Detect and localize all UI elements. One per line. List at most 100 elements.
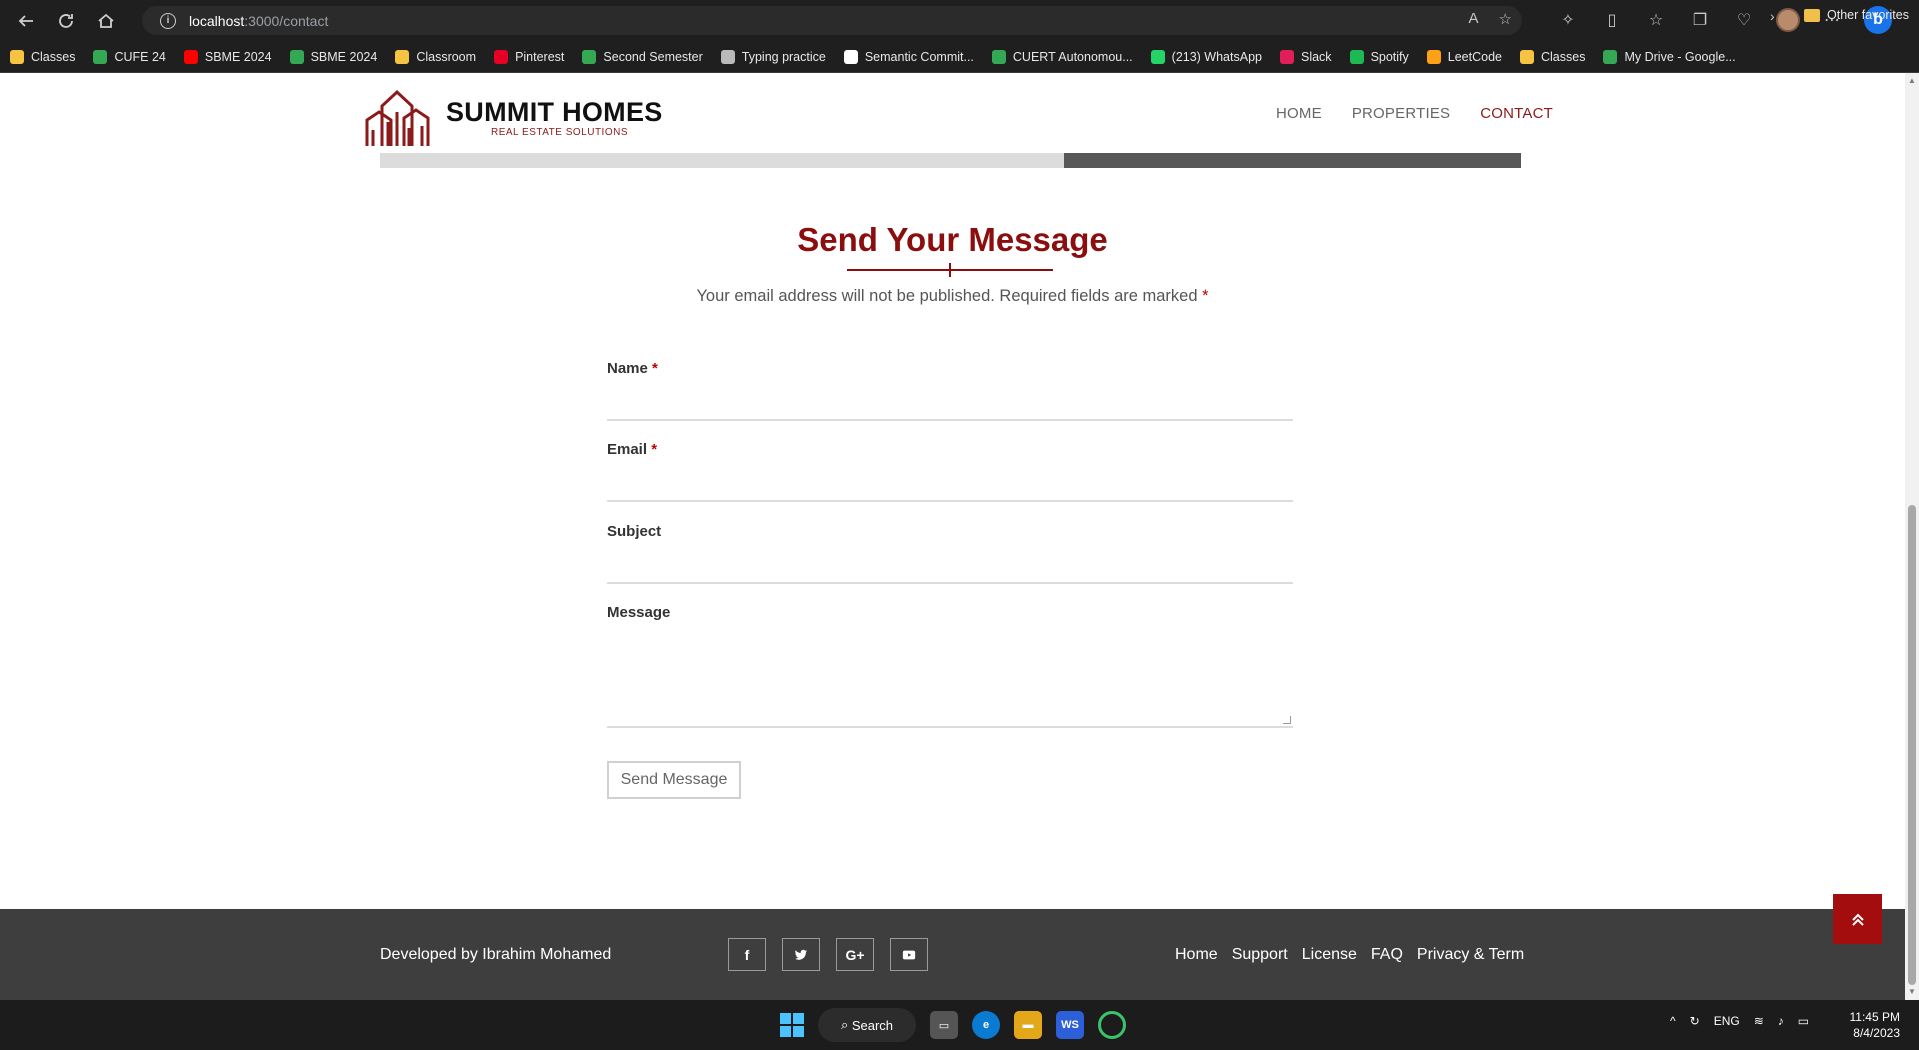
volume-icon[interactable]: ♪	[1778, 1014, 1784, 1028]
file-explorer-icon[interactable]: ▬	[1014, 1011, 1042, 1039]
bookmark-item[interactable]: My Drive - Google...	[1603, 49, 1736, 64]
webstorm-icon[interactable]: WS	[1056, 1011, 1084, 1039]
taskbar-clock[interactable]: 11:45 PM 8/4/2023	[1840, 1009, 1900, 1041]
bookmark-favicon-icon	[1520, 49, 1534, 64]
site-logo[interactable]: SUMMIT HOMES REAL ESTATE SOLUTIONS	[364, 88, 663, 148]
message-textarea[interactable]	[607, 628, 1293, 728]
bookmark-favicon-icon	[991, 49, 1006, 64]
bookmark-item[interactable]: Classroom	[395, 49, 477, 64]
bookmark-item[interactable]: LeetCode	[1426, 49, 1502, 64]
task-view-icon[interactable]: ▭	[930, 1011, 958, 1039]
app-ring-icon[interactable]	[1098, 1011, 1126, 1039]
bookmark-label: Spotify	[1370, 49, 1409, 64]
header-banner-strip	[380, 153, 1521, 168]
title-divider-tick	[949, 263, 951, 277]
windows-start-icon[interactable]	[780, 1013, 804, 1037]
bookmark-label: LeetCode	[1447, 49, 1502, 64]
nav-properties[interactable]: PROPERTIES	[1352, 105, 1450, 122]
extensions-icon[interactable]: ✧	[1556, 8, 1580, 32]
bookmark-item[interactable]: (213) WhatsApp	[1150, 49, 1262, 64]
back-to-top-button[interactable]	[1833, 894, 1882, 944]
footer-link[interactable]: License	[1302, 946, 1357, 964]
bookmark-item[interactable]: Spotify	[1349, 49, 1409, 64]
form-note-text: Your email address will not be published…	[696, 287, 1198, 305]
name-input[interactable]	[607, 383, 1293, 419]
main-nav: HOME PROPERTIES CONTACT	[1276, 105, 1553, 122]
email-input[interactable]	[607, 464, 1293, 500]
favorite-star-icon[interactable]: ☆	[1499, 10, 1512, 28]
scroll-thumb[interactable]	[1908, 505, 1916, 985]
subject-input[interactable]	[607, 546, 1293, 582]
other-favorites-label: Other favorites	[1827, 8, 1909, 22]
nav-home[interactable]: HOME	[1276, 105, 1322, 122]
taskbar-search[interactable]: ⌕ Search	[818, 1008, 916, 1042]
twitter-icon[interactable]	[782, 938, 820, 971]
address-bar[interactable]: i localhost:3000/contact A ☆	[142, 6, 1522, 35]
bookmark-item[interactable]: Pinterest	[494, 49, 565, 64]
windows-taskbar: ⌕ Search ▭ e ▬ WS ^ ↻ ENG ≋ ♪ ▭ 11:45 PM…	[0, 1000, 1919, 1050]
required-asterisk: *	[1202, 287, 1209, 305]
bookmark-favicon-icon	[1603, 49, 1618, 64]
scroll-down-arrow-icon[interactable]: ▼	[1908, 988, 1916, 996]
favorites-icon[interactable]: ☆	[1644, 8, 1668, 32]
send-message-button[interactable]: Send Message	[607, 761, 741, 799]
bookmark-favicon-icon	[1349, 49, 1364, 64]
bookmark-item[interactable]: CUERT Autonomou...	[991, 49, 1133, 64]
folder-icon	[1804, 8, 1820, 22]
footer-link[interactable]: Home	[1175, 946, 1218, 964]
wifi-icon[interactable]: ≋	[1754, 1014, 1764, 1028]
bookmark-label: Classroom	[416, 49, 477, 64]
split-screen-icon[interactable]: ▯	[1600, 8, 1624, 32]
bookmark-item[interactable]: SBME 2024	[289, 49, 377, 64]
bookmark-item[interactable]: Classes	[10, 49, 75, 64]
edge-browser-icon[interactable]: e	[972, 1011, 1000, 1039]
bookmark-label: Pinterest	[515, 49, 565, 64]
bookmark-item[interactable]: Typing practice	[720, 49, 826, 64]
developer-credit: Developed by Ibrahim Mohamed	[380, 946, 612, 963]
brand-name: SUMMIT HOMES	[446, 97, 663, 127]
textarea-resize-handle[interactable]	[1283, 716, 1291, 724]
heartbeat-icon[interactable]: ♡	[1732, 8, 1756, 32]
youtube-icon[interactable]	[890, 938, 928, 971]
bookmark-favicon-icon	[720, 49, 735, 64]
facebook-icon[interactable]: f	[728, 938, 766, 971]
nav-contact[interactable]: CONTACT	[1480, 105, 1553, 122]
home-button[interactable]	[92, 7, 120, 35]
footer-link[interactable]: Privacy & Term	[1417, 946, 1524, 964]
footer-link[interactable]: FAQ	[1371, 946, 1403, 964]
bookmark-favicon-icon	[10, 49, 24, 64]
site-header: SUMMIT HOMES REAL ESTATE SOLUTIONS HOME P…	[0, 73, 1905, 153]
profile-avatar[interactable]	[1776, 8, 1800, 32]
battery-icon[interactable]: ▭	[1798, 1014, 1809, 1028]
url-path: :3000/contact	[244, 12, 329, 29]
back-button[interactable]	[12, 7, 40, 35]
bookmark-item[interactable]: Semantic Commit...	[843, 49, 974, 64]
reload-button[interactable]	[52, 7, 80, 35]
url-text[interactable]: localhost:3000/contact	[189, 13, 328, 29]
read-aloud-icon[interactable]: A	[1469, 10, 1479, 28]
email-label-text: Email	[607, 441, 648, 458]
bookmark-item[interactable]: Slack	[1279, 49, 1332, 64]
language-indicator[interactable]: ENG	[1714, 1014, 1740, 1028]
bookmark-item[interactable]: Second Semester	[582, 49, 703, 64]
name-label-text: Name	[607, 360, 648, 377]
bookmarks-overflow-chevron-icon[interactable]: ›	[1770, 8, 1775, 24]
page-scrollbar[interactable]: ▲ ▼	[1905, 73, 1919, 1000]
tray-overflow-chevron-icon[interactable]: ^	[1670, 1014, 1676, 1028]
google-plus-icon[interactable]: G+	[836, 938, 874, 971]
scroll-up-arrow-icon[interactable]: ▲	[1908, 77, 1916, 85]
bookmark-item[interactable]: Classes	[1520, 49, 1585, 64]
double-chevron-up-icon	[1851, 913, 1864, 926]
collections-icon[interactable]: ❐	[1688, 8, 1712, 32]
other-favorites[interactable]: Other favorites	[1804, 8, 1909, 22]
sync-icon[interactable]: ↻	[1690, 1014, 1700, 1028]
banner-strip-dark	[1064, 153, 1521, 168]
browser-chrome: i localhost:3000/contact A ☆ ✧ ▯ ☆ ❐ ♡ ⋯…	[0, 0, 1919, 73]
message-label: Message	[607, 604, 671, 621]
footer-link[interactable]: Support	[1232, 946, 1288, 964]
site-info-icon[interactable]: i	[160, 12, 176, 29]
form-title: Send Your Message	[797, 221, 1108, 258]
url-host: localhost	[189, 12, 245, 29]
bookmark-item[interactable]: CUFE 24	[93, 49, 166, 64]
bookmark-item[interactable]: SBME 2024	[183, 49, 272, 64]
